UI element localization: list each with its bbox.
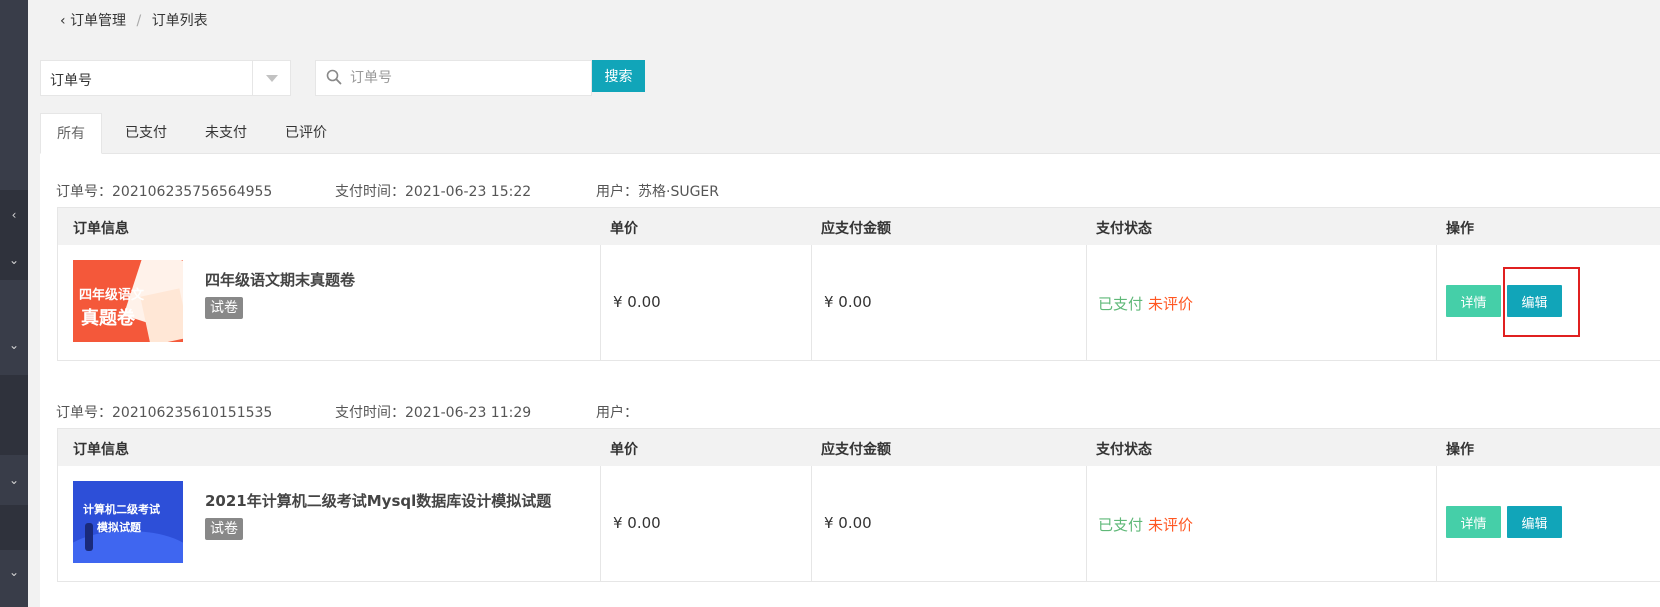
table-header: 订单信息 单价 应支付金额 支付状态 操作 [58,429,1660,466]
chevron-down-icon[interactable]: ⌄ [0,565,28,579]
paytime: 2021-06-23 11:29 [405,405,532,421]
table-row: 计算机二级考试 模拟试题 2021年计算机二级考试Mysql数据库设计模拟试题 … [58,466,1660,581]
back-chevron-icon[interactable]: ‹ [60,13,66,29]
col-price: 单价 [610,442,638,458]
payable-amount: ¥ 0.00 [824,514,872,532]
tab-paid[interactable]: 已支付 [110,113,182,154]
thumbnail-text: 真题卷 [81,308,135,329]
edit-button[interactable]: 编辑 [1507,506,1562,538]
col-actions: 操作 [1446,442,1474,458]
caret-down-icon [266,75,278,82]
col-order-info: 订单信息 [73,221,129,237]
unit-price: ¥ 0.00 [613,514,661,532]
detail-button[interactable]: 详情 [1446,285,1501,317]
paytime-label: 支付时间： [335,184,405,200]
order-table: 订单信息 单价 应支付金额 支付状态 操作 四年级语文 真题卷 四年级语文期末真… [57,207,1660,361]
table-header: 订单信息 单价 应支付金额 支付状态 操作 [58,208,1660,245]
order-no: 202106235610151535 [112,405,273,421]
order-table: 订单信息 单价 应支付金额 支付状态 操作 计算机二级考试 模拟试题 2021年… [57,428,1660,582]
search-input[interactable] [350,67,580,89]
col-amount: 应支付金额 [821,442,891,458]
table-row: 四年级语文 真题卷 四年级语文期末真题卷 试卷 ¥ 0.00 ¥ 0.00 已支… [58,245,1660,360]
thumbnail-text: 四年级语文 [79,288,145,303]
breadcrumb-current: 订单列表 [151,13,208,29]
search-icon [326,69,342,85]
product-thumbnail[interactable]: 计算机二级考试 模拟试题 [73,481,183,563]
order-no: 202106235756564955 [112,184,273,200]
search-field-select[interactable]: 订单号 [40,60,291,96]
paid-status: 已支付 [1098,516,1144,534]
collapse-sidebar-icon[interactable]: ‹ [0,208,28,222]
product-tag: 试卷 [205,297,243,319]
tab-unpaid[interactable]: 未支付 [190,113,262,154]
thumbnail-text: 计算机二级考试 [83,503,160,516]
product-name[interactable]: 四年级语文期末真题卷 [205,269,355,290]
product-name[interactable]: 2021年计算机二级考试Mysql数据库设计模拟试题 [205,490,551,511]
tab-all[interactable]: 所有 [40,113,102,154]
breadcrumb-parent[interactable]: 订单管理 [70,13,126,29]
left-sidebar: ‹ ⌄ ⌄ ⌄ ⌄ [0,0,28,607]
payable-amount: ¥ 0.00 [824,293,872,311]
order-no-label: 订单号： [56,405,112,421]
breadcrumb-separator: / [136,13,142,29]
review-status: 未评价 [1148,516,1194,534]
review-status: 未评价 [1148,295,1194,313]
paid-status: 已支付 [1098,295,1144,313]
breadcrumb: ‹ 订单管理 / 订单列表 [60,10,208,30]
paytime-label: 支付时间： [335,405,405,421]
unit-price: ¥ 0.00 [613,293,661,311]
col-status: 支付状态 [1096,442,1152,458]
order-header: 订单号：202106235756564955 支付时间：2021-06-23 1… [56,181,719,201]
highlight-box [1503,267,1580,337]
select-value: 订单号 [50,73,92,89]
order-header: 订单号：202106235610151535 支付时间：2021-06-23 1… [56,402,656,422]
product-tag: 试卷 [205,518,243,540]
user-label: 用户： [596,405,638,421]
thumbnail-text: 模拟试题 [97,521,141,534]
col-amount: 应支付金额 [821,221,891,237]
user-name: 苏格·SUGER [638,184,720,200]
col-actions: 操作 [1446,221,1474,237]
chevron-down-icon[interactable]: ⌄ [0,253,28,267]
product-thumbnail[interactable]: 四年级语文 真题卷 [73,260,183,342]
select-toggle[interactable] [252,61,290,95]
search-box[interactable] [315,60,592,96]
col-status: 支付状态 [1096,221,1152,237]
paytime: 2021-06-23 15:22 [405,184,532,200]
order-no-label: 订单号： [56,184,112,200]
col-price: 单价 [610,221,638,237]
chevron-down-icon[interactable]: ⌄ [0,338,28,352]
col-order-info: 订单信息 [73,442,129,458]
detail-button[interactable]: 详情 [1446,506,1501,538]
chevron-down-icon[interactable]: ⌄ [0,473,28,487]
tab-reviewed[interactable]: 已评价 [270,113,342,154]
search-button[interactable]: 搜索 [592,60,645,92]
user-label: 用户： [596,184,638,200]
